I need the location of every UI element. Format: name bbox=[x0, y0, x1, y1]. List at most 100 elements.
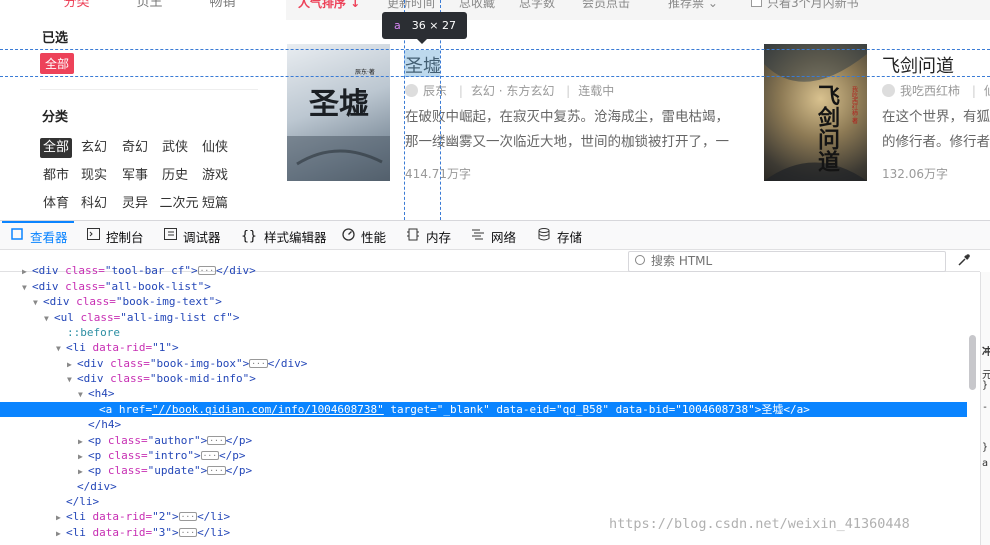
book-author[interactable]: 我吃西红柿 bbox=[900, 84, 960, 98]
category-kehuan[interactable]: 科幻 bbox=[78, 194, 110, 214]
category-xuanhuan[interactable]: 玄幻 bbox=[78, 138, 110, 158]
new-books-checkbox[interactable] bbox=[751, 0, 762, 7]
category-xianxia[interactable]: 仙侠 bbox=[199, 138, 231, 158]
search-icon bbox=[635, 255, 645, 265]
sort-member-clicks[interactable]: 会员点击 bbox=[582, 0, 630, 11]
book-genre[interactable]: 玄幻 · 东方玄幻 bbox=[471, 84, 554, 98]
book-intro-feijianwendao: 在这个世界，有狐 的修行者。修行者 bbox=[882, 105, 990, 155]
selected-tag-all[interactable]: 全部 bbox=[40, 53, 75, 74]
guide-line-bottom bbox=[0, 76, 990, 77]
tree-node[interactable]: ▼ <div class="all-book-list"> bbox=[0, 279, 967, 294]
markup-scrollbar-thumb[interactable] bbox=[969, 335, 976, 390]
category-duanpian[interactable]: 短篇 bbox=[199, 194, 231, 214]
intro-line: 的修行者。修行者 bbox=[882, 134, 990, 150]
rules-fragment: 冲 bbox=[982, 347, 990, 358]
tree-node-selected[interactable]: <a href="//book.qidian.com/info/10046087… bbox=[0, 402, 967, 417]
tree-node[interactable]: ▼ <div class="book-img-text"> bbox=[0, 294, 967, 309]
tree-node[interactable]: ▼ <li data-rid="1"> bbox=[0, 340, 967, 355]
tooltip-tag: a bbox=[394, 19, 401, 32]
tab-top[interactable]: 页王 bbox=[113, 0, 186, 11]
tab-label: 查看器 bbox=[30, 229, 68, 245]
inspect-highlight bbox=[404, 50, 440, 77]
eyedropper-icon[interactable] bbox=[957, 253, 971, 267]
category-youxi[interactable]: 游戏 bbox=[199, 166, 231, 186]
sort-collections[interactable]: 总收藏 bbox=[459, 0, 495, 11]
tree-node[interactable]: ▼ <ul class="all-img-list cf"> bbox=[0, 310, 967, 325]
cover-title-text: 飞剑问道 bbox=[814, 84, 841, 172]
tab-storage[interactable]: 存储 bbox=[537, 221, 582, 251]
tree-node[interactable]: ▶ <div class="tool-bar cf"> ··· </div> bbox=[0, 266, 967, 278]
console-icon bbox=[86, 228, 100, 244]
book-cover-feijianwendao[interactable]: 飞剑问道 我吃西红柿·著 bbox=[764, 44, 867, 181]
book-genre[interactable]: 仙 bbox=[984, 84, 990, 98]
tab-label: 控制台 bbox=[106, 229, 144, 245]
rules-fragment: 元 bbox=[982, 370, 990, 381]
tab-label: 性能 bbox=[361, 229, 387, 245]
tab-style-editor[interactable]: {} 样式编辑器 bbox=[240, 221, 327, 251]
book-meta-shengxu: 辰东 | 玄幻 · 东方玄幻 | 连载中 bbox=[405, 82, 614, 99]
tree-node[interactable]: ▶ <div class="book-img-box"> ··· </div> bbox=[0, 356, 967, 371]
guide-line-top bbox=[0, 49, 990, 50]
sort-word-count[interactable]: 总字数 bbox=[519, 0, 555, 11]
tab-label: 调试器 bbox=[183, 229, 221, 245]
debugger-icon bbox=[163, 228, 177, 244]
tab-network[interactable]: 网络 bbox=[471, 221, 516, 251]
storage-icon bbox=[537, 227, 551, 245]
tab-label: 网络 bbox=[491, 229, 517, 245]
tree-node[interactable]: </li> bbox=[0, 494, 967, 509]
tree-node[interactable]: ▼ <h4> bbox=[0, 386, 967, 401]
category-qihuan[interactable]: 奇幻 bbox=[119, 138, 151, 158]
tree-node[interactable]: ▶ <p class="update"> ··· </p> bbox=[0, 463, 967, 478]
tab-console[interactable]: 控制台 bbox=[86, 221, 144, 251]
memory-icon bbox=[406, 228, 420, 245]
category-erciyuan[interactable]: 二次元 bbox=[159, 194, 199, 214]
tab-category[interactable]: 分类 bbox=[40, 0, 113, 11]
network-icon bbox=[471, 229, 485, 244]
performance-icon bbox=[341, 227, 355, 245]
book-author[interactable]: 辰东 bbox=[423, 84, 447, 98]
rules-fragment: } bbox=[982, 380, 989, 391]
devtools-toolbar: 查看器 控制台 调试器 {} 样式编辑器 性能 内存 网络 存储 bbox=[0, 220, 990, 250]
tree-node[interactable]: ▶ <p class="intro"> ··· </p> bbox=[0, 448, 967, 463]
book-cover-shengxu[interactable]: 圣墟 辰东·著 bbox=[287, 44, 390, 181]
category-junshi[interactable]: 军事 bbox=[119, 166, 151, 186]
tree-node[interactable]: ▼ <div class="book-mid-info"> bbox=[0, 371, 967, 386]
tree-node[interactable]: ::before bbox=[0, 325, 967, 340]
intro-line: 在这个世界，有狐 bbox=[882, 109, 990, 125]
web-page: 分类 页王 畅销 人气排序 ↓ 更新时间 总收藏 总字数 会员点击 推荐票 ⌄ … bbox=[0, 0, 990, 220]
tree-node[interactable]: </h4> bbox=[0, 417, 967, 432]
tab-bestseller[interactable]: 畅销 bbox=[186, 0, 259, 11]
markup-tree: ▶ <div class="tool-bar cf"> ··· </div> ▼ <di… bbox=[0, 266, 980, 545]
category-all[interactable]: 全部 bbox=[40, 138, 72, 158]
rules-fragment: } bbox=[982, 442, 989, 453]
tab-label: 内存 bbox=[426, 229, 452, 245]
tab-memory[interactable]: 内存 bbox=[406, 221, 451, 251]
book-wordcount-shengxu: 414.71万字 bbox=[405, 167, 471, 181]
tab-label: 样式编辑器 bbox=[264, 229, 327, 245]
sort-popularity[interactable]: 人气排序 ↓ bbox=[298, 0, 360, 11]
author-avatar-icon bbox=[405, 84, 418, 97]
tab-performance[interactable]: 性能 bbox=[341, 221, 386, 251]
top-tabs: 分类 页王 畅销 bbox=[40, 0, 259, 11]
category-title: 分类 bbox=[42, 110, 69, 125]
category-lingyi[interactable]: 灵异 bbox=[119, 194, 151, 214]
tab-label: 存储 bbox=[557, 229, 583, 245]
sort-update-time[interactable]: 更新时间 bbox=[387, 0, 435, 11]
rules-fragment: a bbox=[982, 458, 989, 469]
rules-fragment: - bbox=[982, 402, 989, 413]
new-books-label: 只看3个月内新书 bbox=[767, 0, 859, 10]
category-wuxia[interactable]: 武侠 bbox=[159, 138, 191, 158]
book-title-feijianwendao[interactable]: 飞剑问道 bbox=[882, 52, 954, 78]
sort-recommend[interactable]: 推荐票 ⌄ bbox=[668, 0, 718, 11]
style-editor-icon: {} bbox=[241, 228, 257, 244]
category-tiyu[interactable]: 体育 bbox=[40, 194, 72, 214]
tab-inspector[interactable]: 查看器 bbox=[2, 221, 73, 251]
category-grid: 全部 玄幻 奇幻 武侠 仙侠 都市 现实 军事 历史 游戏 体育 科幻 灵异 二… bbox=[40, 138, 260, 214]
tab-debugger[interactable]: 调试器 bbox=[163, 221, 221, 251]
tree-node[interactable]: ▶ <p class="author"> ··· </p> bbox=[0, 433, 967, 448]
tree-node[interactable]: </div> bbox=[0, 479, 967, 494]
category-dushi[interactable]: 都市 bbox=[40, 166, 72, 186]
category-lishi[interactable]: 历史 bbox=[159, 166, 191, 186]
category-xianshi[interactable]: 现实 bbox=[78, 166, 110, 186]
book-wordcount-feijianwendao: 132.06万字 bbox=[882, 167, 948, 181]
